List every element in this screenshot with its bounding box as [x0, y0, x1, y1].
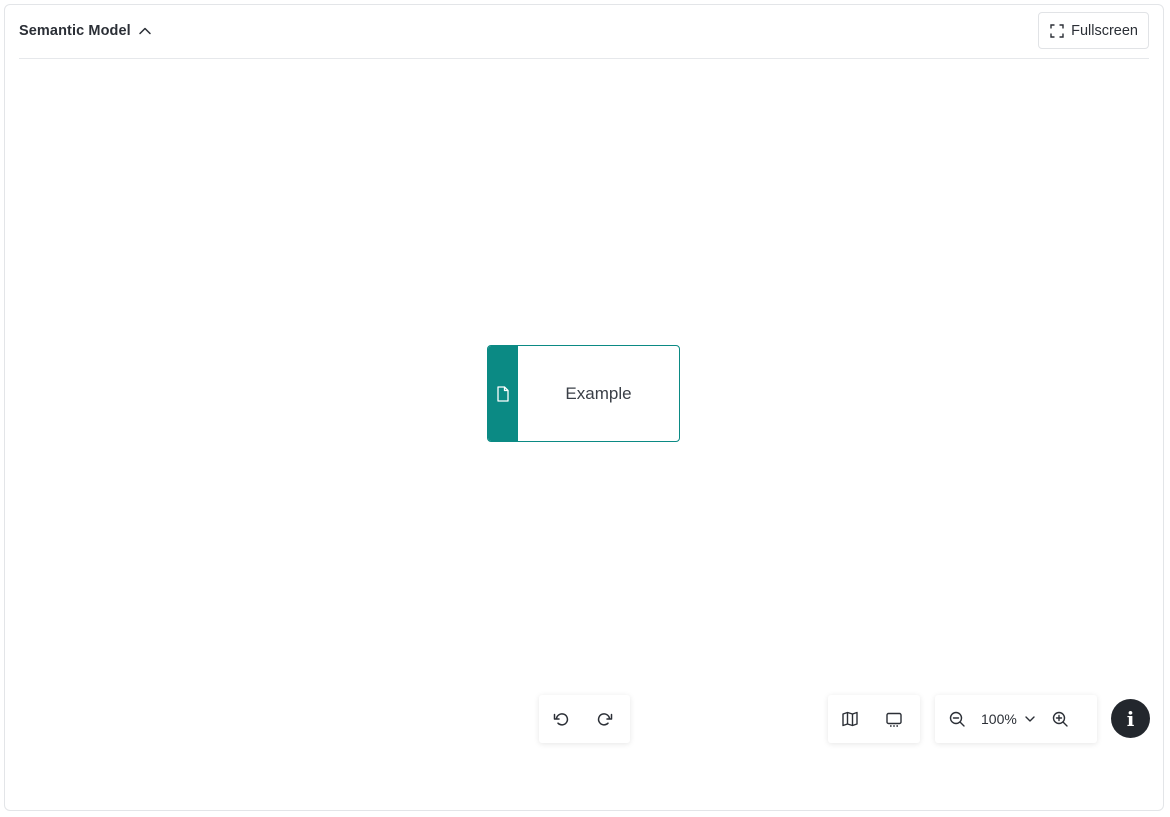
fit-view-button[interactable] — [872, 695, 916, 743]
zoom-in-icon — [1051, 710, 1069, 728]
panel-title: Semantic Model — [19, 23, 131, 39]
info-button[interactable]: i — [1111, 699, 1150, 738]
zoom-in-button[interactable] — [1041, 695, 1079, 743]
zoom-dropdown[interactable] — [1023, 712, 1037, 726]
semantic-model-panel: Semantic Model Fullscreen Example 100% i — [4, 4, 1164, 811]
node-type-strip — [488, 346, 518, 441]
info-icon: i — [1126, 706, 1135, 731]
redo-button[interactable] — [583, 695, 627, 743]
fullscreen-label: Fullscreen — [1071, 22, 1138, 39]
undo-icon — [552, 710, 570, 728]
minimap-button[interactable] — [828, 695, 872, 743]
node-label: Example — [565, 383, 632, 403]
zoom-out-button[interactable] — [935, 695, 979, 743]
zoom-toolbar: 100% — [935, 695, 1097, 743]
undo-button[interactable] — [539, 695, 583, 743]
file-icon — [496, 385, 510, 402]
model-node[interactable]: Example — [487, 345, 680, 442]
collapse-toggle[interactable]: Semantic Model — [19, 23, 153, 39]
chevron-down-icon — [1023, 712, 1037, 726]
map-icon — [841, 710, 859, 728]
fullscreen-icon — [1050, 23, 1064, 38]
history-toolbar — [539, 695, 630, 743]
redo-icon — [596, 710, 614, 728]
chevron-up-icon — [137, 23, 153, 39]
zoom-level: 100% — [981, 711, 1017, 727]
view-toolbar — [828, 695, 920, 743]
panel-header: Semantic Model Fullscreen — [19, 11, 1149, 59]
fullscreen-button[interactable]: Fullscreen — [1038, 12, 1149, 49]
zoom-out-icon — [948, 710, 966, 728]
fit-view-icon — [885, 710, 903, 728]
